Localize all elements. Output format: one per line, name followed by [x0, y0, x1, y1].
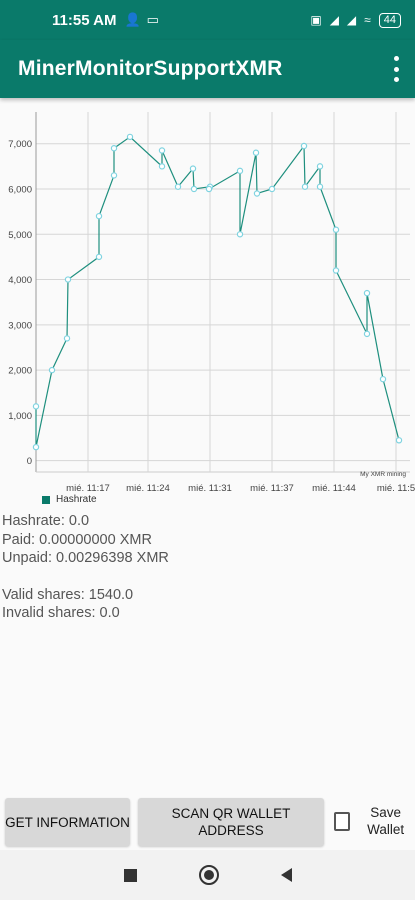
data-point [32, 443, 40, 451]
save-wallet-toggle[interactable]: Save Wallet [334, 804, 415, 838]
data-point [363, 289, 371, 297]
data-point [189, 165, 197, 172]
data-point [95, 253, 103, 261]
data-point [379, 375, 387, 383]
legend-swatch [42, 495, 50, 504]
hashrate-text: Hashrate: 0.0 [2, 513, 90, 529]
back-icon[interactable] [280, 868, 292, 882]
bottom-actions: GET INFORMATION SCAN QR WALLET ADDRESS S… [0, 796, 415, 850]
data-point [158, 147, 166, 154]
paid-text: Paid: 0.00000000 XMR [2, 531, 152, 548]
unpaid-text: Unpaid: 0.00296398 XMR [2, 550, 169, 566]
data-point [174, 183, 182, 190]
wifi-icon: ≈ [364, 13, 371, 27]
data-point [252, 149, 260, 156]
data-point [110, 172, 118, 179]
data-point [190, 185, 198, 193]
battery-icon: 44 [378, 12, 401, 28]
x-tick-label: mié. 11:44 [312, 483, 356, 494]
data-point [95, 212, 103, 220]
more-vert-icon[interactable] [393, 56, 399, 82]
series-line-hashrate [35, 136, 400, 448]
data-point [395, 437, 403, 444]
y-tick-label: 1,000 [8, 411, 32, 422]
data-point [110, 145, 118, 152]
chart-legend: Hashrate [42, 494, 97, 505]
legend-label: Hashrate [56, 494, 97, 505]
data-point [332, 226, 340, 233]
save-wallet-checkbox[interactable] [334, 811, 351, 831]
x-tick-label: mié. 11:24 [126, 483, 170, 494]
data-point [63, 335, 71, 342]
y-tick-label: 2,000 [8, 366, 32, 377]
data-point [32, 403, 40, 410]
get-information-button[interactable]: GET INFORMATION [5, 798, 130, 846]
chart-svg: 7,000 6,000 5,000 4,000 3,000 2,000 1,000 0 mié.… [8, 112, 415, 494]
x-tick-label: mié. 11:17 [66, 483, 110, 494]
data-point [205, 185, 213, 193]
data-point [268, 185, 276, 193]
data-point [300, 142, 308, 150]
person-add-icon: 👤 [124, 12, 141, 27]
data-point [64, 276, 72, 283]
screenshot-icon: ▣ [310, 13, 322, 27]
status-bar: 11:55 AM 👤 ▭ ▣ ◢ ◢ ≈ 44 [0, 0, 415, 40]
y-tick-label: 3,000 [8, 320, 32, 331]
y-tick-label: 7,000 [8, 139, 32, 150]
app-bar: MinerMonitorSupportXMR [0, 40, 415, 98]
stats-panel: Hashrate: 0.0 Paid: 0.00000000 XMR Unpai… [2, 512, 169, 623]
data-point [253, 190, 261, 197]
system-nav-bar [0, 850, 415, 900]
save-wallet-label: Save Wallet [367, 805, 405, 837]
data-point [48, 366, 56, 374]
data-point [126, 133, 134, 141]
x-tick-label: mié. 11:5 [377, 483, 415, 494]
data-point [158, 163, 166, 170]
data-point [301, 183, 309, 190]
y-tick-label: 4,000 [8, 275, 32, 286]
home-icon[interactable] [198, 865, 219, 885]
data-point [316, 163, 324, 170]
y-tick-label: 5,000 [8, 230, 32, 241]
valid-shares-text: Valid shares: 1540.0 [2, 586, 134, 603]
data-point [236, 231, 244, 238]
data-point [236, 167, 244, 175]
y-tick-label: 6,000 [8, 184, 32, 195]
x-tick-label: mié. 11:31 [188, 483, 232, 494]
data-point [316, 183, 324, 190]
data-point [363, 330, 371, 338]
signal-icon: ◢ [329, 13, 339, 27]
chart-description: My XMR mining [360, 471, 406, 478]
x-tick-label: mié. 11:37 [250, 483, 294, 494]
invalid-shares-text: Invalid shares: 0.0 [2, 605, 120, 621]
signal-icon-2: ◢ [346, 13, 357, 27]
recent-apps-icon[interactable] [123, 868, 137, 882]
laptop-icon: ▭ [146, 12, 159, 27]
scan-qr-wallet-button[interactable]: SCAN QR WALLET ADDRESS [138, 798, 324, 846]
y-tick-label: 0 [27, 456, 32, 467]
app-title: MinerMonitorSupportXMR [18, 57, 283, 80]
status-time: 11:55 AM [52, 11, 117, 29]
hashrate-chart[interactable]: 7,000 6,000 5,000 4,000 3,000 2,000 1,000 0 mié.… [0, 98, 415, 508]
data-point [332, 267, 340, 274]
